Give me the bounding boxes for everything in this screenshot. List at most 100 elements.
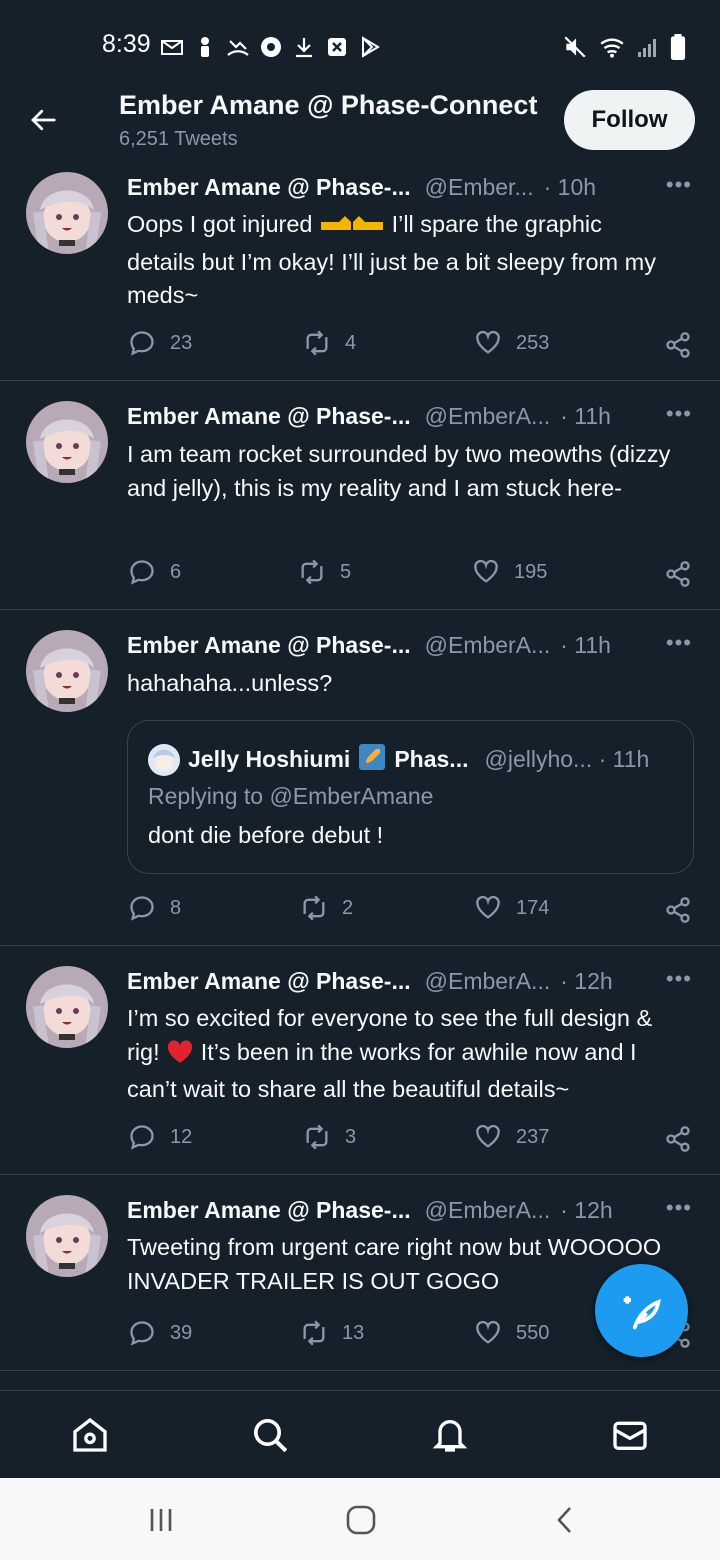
quoted-avatar	[148, 743, 180, 776]
tweet[interactable]: Ember Amane @ Phase-... @Ember... · 10h …	[0, 164, 720, 381]
tweet[interactable]: Ember Amane @ Phase-... @EmberA... · 12h…	[0, 946, 720, 1175]
avatar[interactable]	[26, 401, 108, 483]
avatar[interactable]	[26, 630, 108, 712]
compose-feather-icon	[623, 1295, 661, 1329]
quoted-tweet-text: dont die before debut !	[148, 822, 384, 848]
download-icon	[296, 38, 312, 58]
retweet-button[interactable]: 13	[300, 1319, 364, 1347]
chrome-icon	[261, 37, 281, 57]
recent-apps-button[interactable]	[146, 1505, 176, 1540]
nav-home[interactable]	[70, 1415, 110, 1455]
like-button[interactable]: 237	[474, 1123, 549, 1151]
tweet-text: hahahaha...unless?	[127, 670, 333, 696]
tweet-actions: 8 2 174	[128, 894, 692, 928]
share-button[interactable]	[664, 331, 692, 364]
follow-button[interactable]: Follow	[564, 90, 695, 150]
reply-icon	[130, 896, 154, 921]
author-name[interactable]: Ember Amane @ Phase-...	[127, 1197, 411, 1224]
reply-button[interactable]: 23	[128, 329, 192, 357]
compose-tweet-button[interactable]	[595, 1264, 688, 1357]
author-name[interactable]: Ember Amane @ Phase-...	[127, 632, 411, 659]
share-icon	[666, 332, 690, 358]
more-options-icon[interactable]: •••	[666, 172, 692, 198]
like-button[interactable]: 253	[474, 329, 549, 357]
nav-search[interactable]	[250, 1415, 290, 1455]
like-button[interactable]: 550	[474, 1319, 549, 1347]
author-name[interactable]: Ember Amane @ Phase-...	[127, 174, 411, 201]
more-options-icon[interactable]: •••	[666, 1195, 692, 1221]
like-button[interactable]: 195	[472, 558, 547, 586]
reply-button[interactable]: 6	[128, 558, 181, 586]
author-name[interactable]: Ember Amane @ Phase-...	[127, 968, 411, 995]
tweet-time: · 12h	[560, 1197, 613, 1223]
author-handle[interactable]: @Ember...	[425, 174, 534, 201]
reply-button[interactable]: 39	[128, 1319, 192, 1347]
tweet-count: 6,251 Tweets	[119, 128, 238, 150]
back-button[interactable]	[26, 98, 60, 142]
wifi-icon	[600, 38, 624, 58]
more-options-icon[interactable]: •••	[666, 966, 692, 992]
share-button[interactable]	[664, 896, 692, 929]
profile-name-title: Ember Amane @ Phase-Connect	[119, 90, 538, 120]
missed-call-icon	[227, 40, 249, 56]
tweet-text: I am team rocket surrounded by two meowt…	[127, 441, 671, 501]
tweet-actions: 6 5 195	[128, 558, 692, 592]
bell-icon	[432, 1420, 468, 1452]
retweet-button[interactable]: 4	[303, 329, 356, 357]
reply-button[interactable]: 8	[128, 894, 181, 922]
quoted-author-handle: @jellyho... · 11h	[484, 746, 650, 772]
quoted-tweet[interactable]: Jelly Hoshiumi Phas... @jellyho... · 11h…	[127, 720, 694, 874]
tweet-header: Ember Amane @ Phase-... @EmberA... · 11h…	[127, 401, 692, 430]
person-icon	[201, 37, 209, 57]
replying-to[interactable]: Replying to @EmberAmane	[148, 783, 433, 810]
retweet-button[interactable]: 2	[300, 894, 353, 922]
reply-icon	[130, 560, 154, 585]
heart-icon	[476, 1320, 500, 1344]
home-circle-icon	[346, 1505, 376, 1535]
home-system-button[interactable]	[345, 1505, 377, 1540]
gmail-icon	[161, 40, 183, 55]
author-handle[interactable]: @EmberA...	[425, 968, 551, 995]
reply-icon	[130, 331, 154, 356]
tweet[interactable]: Ember Amane @ Phase-... @EmberA... · 11h…	[0, 381, 720, 610]
tweet-header: Ember Amane @ Phase-... @Ember... · 10h …	[127, 172, 692, 201]
more-options-icon[interactable]: •••	[666, 401, 692, 427]
system-back-button[interactable]	[550, 1505, 580, 1540]
home-icon	[73, 1417, 107, 1452]
heart-icon	[476, 1124, 500, 1148]
nav-messages[interactable]	[610, 1415, 650, 1455]
chevron-left-icon	[557, 1507, 571, 1533]
quoted-tweet-header: Jelly Hoshiumi Phas... @jellyho... · 11h	[148, 743, 649, 776]
share-button[interactable]	[664, 560, 692, 593]
android-navigation-bar	[0, 1478, 720, 1560]
tweet-time: · 11h	[560, 403, 611, 429]
rocket-emoji-icon	[358, 743, 386, 776]
retweet-icon	[306, 330, 328, 356]
status-time: 8:39	[102, 30, 151, 58]
retweet-icon	[303, 1320, 325, 1346]
heart-icon	[476, 330, 500, 354]
like-button[interactable]: 174	[474, 894, 549, 922]
timeline: Ember Amane @ Phase-... @Ember... · 10h …	[0, 164, 720, 1371]
avatar[interactable]	[26, 1195, 108, 1277]
tweet-actions: 23 4 253	[128, 329, 692, 363]
avatar[interactable]	[26, 966, 108, 1048]
author-handle[interactable]: @EmberA...	[425, 632, 551, 659]
author-name[interactable]: Ember Amane @ Phase-...	[127, 403, 411, 430]
tweet-time: · 10h	[543, 174, 597, 200]
author-handle[interactable]: @EmberA...	[425, 403, 551, 430]
retweet-button[interactable]: 5	[298, 558, 351, 586]
retweet-button[interactable]: 3	[303, 1123, 356, 1151]
tweet-text: I’m so excited for everyone to see the f…	[127, 1005, 653, 1102]
reply-button[interactable]: 12	[128, 1123, 192, 1151]
mute-icon	[564, 36, 586, 58]
close-box-icon	[328, 38, 346, 56]
tweet[interactable]: Ember Amane @ Phase-... @EmberA... · 11h…	[0, 610, 720, 946]
share-button[interactable]	[664, 1125, 692, 1158]
reply-icon	[130, 1125, 154, 1150]
nav-notifications[interactable]	[430, 1415, 470, 1455]
avatar[interactable]	[26, 172, 108, 254]
battery-icon	[670, 34, 686, 60]
more-options-icon[interactable]: •••	[666, 630, 692, 656]
author-handle[interactable]: @EmberA...	[425, 1197, 551, 1224]
